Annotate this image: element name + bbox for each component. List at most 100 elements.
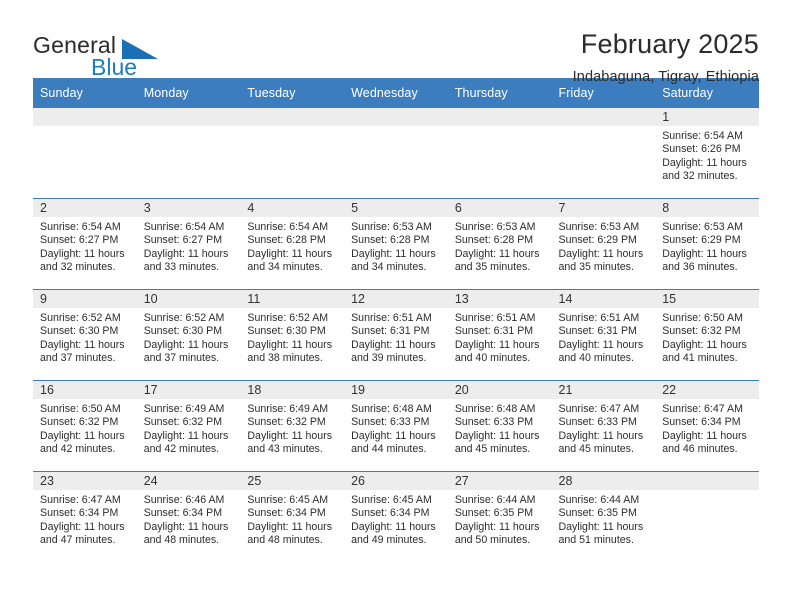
day-details: Sunrise: 6:50 AM Sunset: 6:32 PM Daylight:… [655,308,759,365]
calendar-day-cell[interactable]: 5 Sunrise: 6:53 AM Sunset: 6:28 PM Daylight… [344,198,448,290]
daylight-duration: Daylight: 11 hours and 34 minutes. [351,247,436,273]
calendar-day-cell[interactable]: 27 Sunrise: 6:44 AM Sunset: 6:35 PM Dayligh… [447,471,552,562]
day-details: Sunrise: 6:54 AM Sunset: 6:27 PM Daylight:… [137,217,241,274]
general-blue-logo[interactable]: General Blue [33,28,213,84]
daylight-duration: Daylight: 11 hours and 47 minutes. [40,520,125,546]
sunset-time: Sunset: 6:27 PM [40,234,119,247]
day-details: Sunrise: 6:53 AM Sunset: 6:28 PM Daylight:… [448,217,552,274]
calendar-day-cell[interactable]: 22 Sunrise: 6:47 AM Sunset: 6:34 PM Dayligh… [655,380,759,472]
sunrise-time: Sunrise: 6:53 AM [662,221,743,233]
calendar-day-cell[interactable]: 23 Sunrise: 6:47 AM Sunset: 6:34 PM Dayligh… [33,471,137,562]
calendar-day-cell[interactable]: 8 Sunrise: 6:53 AM Sunset: 6:29 PM Daylight… [655,198,759,290]
daylight-duration: Daylight: 11 hours and 50 minutes. [454,520,540,546]
calendar-day-cell-empty [447,107,552,199]
day-number: 27 [447,472,552,490]
sunrise-time: Sunrise: 6:53 AM [558,221,640,233]
calendar-day-cell[interactable]: 2 Sunrise: 6:54 AM Sunset: 6:27 PM Daylight… [33,198,137,290]
calendar-day-cell-empty [344,107,448,199]
daylight-duration: Daylight: 11 hours and 44 minutes. [351,429,436,455]
calendar-week-row: 2 Sunrise: 6:54 AM Sunset: 6:27 PM Daylight… [33,198,759,290]
calendar-day-cell[interactable]: 24 Sunrise: 6:46 AM Sunset: 6:34 PM Dayligh… [136,471,241,562]
day-number [447,108,552,126]
day-number: 17 [136,381,241,399]
calendar-day-cell[interactable]: 3 Sunrise: 6:54 AM Sunset: 6:27 PM Daylight… [136,198,241,290]
daylight-duration: Daylight: 11 hours and 43 minutes. [247,429,333,455]
calendar-day-cell[interactable]: 20 Sunrise: 6:48 AM Sunset: 6:33 PM Dayligh… [447,380,552,472]
sunset-time: Sunset: 6:33 PM [558,416,637,429]
calendar-day-cell-empty [551,107,656,199]
sunrise-time: Sunrise: 6:45 AM [351,494,432,506]
day-details: Sunrise: 6:51 AM Sunset: 6:31 PM Daylight:… [344,308,448,365]
sunset-time: Sunset: 6:31 PM [558,325,637,338]
calendar-day-cell[interactable]: 25 Sunrise: 6:45 AM Sunset: 6:34 PM Dayligh… [240,471,345,562]
sunrise-time: Sunrise: 6:45 AM [247,494,329,506]
day-number: 20 [447,381,552,399]
sunset-time: Sunset: 6:34 PM [247,507,326,520]
day-number: 28 [551,472,656,490]
calendar-day-cell[interactable]: 1 Sunrise: 6:54 AM Sunset: 6:26 PM Daylight… [655,107,759,199]
sunset-time: Sunset: 6:29 PM [558,234,637,247]
calendar-day-cell[interactable]: 14 Sunrise: 6:51 AM Sunset: 6:31 PM Dayligh… [551,289,656,381]
day-number: 19 [344,381,448,399]
day-details: Sunrise: 6:52 AM Sunset: 6:30 PM Daylight:… [137,308,241,365]
sunrise-time: Sunrise: 6:47 AM [558,403,640,415]
daylight-duration: Daylight: 11 hours and 34 minutes. [247,247,333,273]
day-number: 14 [551,290,656,308]
day-number [344,108,448,126]
day-details: Sunrise: 6:48 AM Sunset: 6:33 PM Daylight:… [448,399,552,456]
calendar-day-cell[interactable]: 28 Sunrise: 6:44 AM Sunset: 6:35 PM Dayligh… [551,471,656,562]
calendar-day-cell[interactable]: 13 Sunrise: 6:51 AM Sunset: 6:31 PM Dayligh… [447,289,552,381]
sunrise-time: Sunrise: 6:52 AM [247,312,329,324]
sunset-time: Sunset: 6:30 PM [143,325,223,338]
day-number: 24 [136,472,241,490]
calendar-day-cell[interactable]: 12 Sunrise: 6:51 AM Sunset: 6:31 PM Dayligh… [344,289,448,381]
sunset-time: Sunset: 6:31 PM [454,325,534,338]
calendar-day-cell[interactable]: 15 Sunrise: 6:50 AM Sunset: 6:32 PM Dayligh… [655,289,759,381]
day-number [551,108,656,126]
day-details: Sunrise: 6:52 AM Sunset: 6:30 PM Daylight:… [240,308,344,365]
calendar-day-cell[interactable]: 4 Sunrise: 6:54 AM Sunset: 6:28 PM Daylight… [240,198,345,290]
calendar-day-cell[interactable]: 26 Sunrise: 6:45 AM Sunset: 6:34 PM Dayligh… [344,471,448,562]
daylight-duration: Daylight: 11 hours and 35 minutes. [454,247,540,273]
day-number: 18 [240,381,345,399]
daylight-duration: Daylight: 11 hours and 36 minutes. [662,247,747,273]
sunrise-time: Sunrise: 6:49 AM [247,403,329,415]
calendar-day-cell[interactable]: 6 Sunrise: 6:53 AM Sunset: 6:28 PM Daylight… [447,198,552,290]
sunrise-time: Sunrise: 6:51 AM [351,312,432,324]
sunset-time: Sunset: 6:30 PM [247,325,326,338]
daylight-duration: Daylight: 11 hours and 48 minutes. [247,520,333,546]
sunset-time: Sunset: 6:32 PM [247,416,326,429]
daylight-duration: Daylight: 11 hours and 33 minutes. [143,247,229,273]
day-number: 7 [551,199,656,217]
month-calendar-table: Sunday Monday Tuesday Wednesday Thursday… [33,78,759,562]
day-details: Sunrise: 6:44 AM Sunset: 6:35 PM Daylight:… [448,490,552,547]
calendar-day-cell[interactable]: 7 Sunrise: 6:53 AM Sunset: 6:29 PM Daylight… [551,198,656,290]
sunset-time: Sunset: 6:30 PM [40,325,119,338]
calendar-week-row: 23 Sunrise: 6:47 AM Sunset: 6:34 PM Dayligh… [33,471,759,562]
calendar-day-cell[interactable]: 9 Sunrise: 6:52 AM Sunset: 6:30 PM Daylight… [33,289,137,381]
sunrise-time: Sunrise: 6:47 AM [662,403,743,415]
sunrise-time: Sunrise: 6:52 AM [40,312,121,324]
day-number: 3 [136,199,241,217]
logo-word-blue: Blue [91,54,138,80]
sunrise-time: Sunrise: 6:51 AM [454,312,536,324]
sunset-time: Sunset: 6:28 PM [351,234,430,247]
day-details: Sunrise: 6:49 AM Sunset: 6:32 PM Daylight:… [137,399,241,456]
calendar-day-cell[interactable]: 18 Sunrise: 6:49 AM Sunset: 6:32 PM Dayligh… [240,380,345,472]
day-number [136,108,241,126]
sunrise-time: Sunrise: 6:44 AM [558,494,640,506]
calendar-day-cell[interactable]: 21 Sunrise: 6:47 AM Sunset: 6:33 PM Dayligh… [551,380,656,472]
weekday-header-tuesday: Tuesday [240,78,345,108]
calendar-day-cell[interactable]: 19 Sunrise: 6:48 AM Sunset: 6:33 PM Dayligh… [344,380,448,472]
day-number: 10 [136,290,241,308]
sunrise-time: Sunrise: 6:53 AM [454,221,536,233]
sunset-time: Sunset: 6:29 PM [662,234,741,247]
calendar-day-cell[interactable]: 10 Sunrise: 6:52 AM Sunset: 6:30 PM Dayligh… [136,289,241,381]
day-details: Sunrise: 6:51 AM Sunset: 6:31 PM Daylight:… [448,308,552,365]
sunset-time: Sunset: 6:28 PM [247,234,326,247]
day-number: 21 [551,381,656,399]
calendar-day-cell[interactable]: 11 Sunrise: 6:52 AM Sunset: 6:30 PM Dayligh… [240,289,345,381]
day-number: 16 [33,381,137,399]
calendar-day-cell[interactable]: 16 Sunrise: 6:50 AM Sunset: 6:32 PM Dayligh… [33,380,137,472]
calendar-day-cell[interactable]: 17 Sunrise: 6:49 AM Sunset: 6:32 PM Dayligh… [136,380,241,472]
